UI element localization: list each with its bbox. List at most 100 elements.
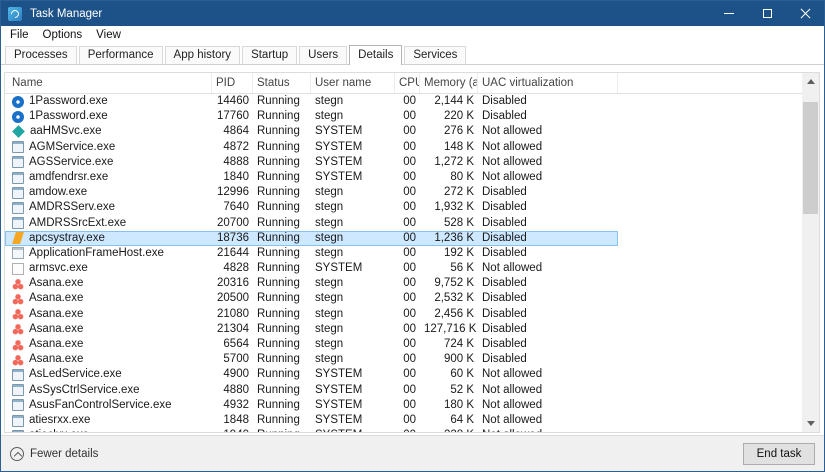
cell-cpu: 00	[395, 322, 420, 337]
service-icon	[12, 399, 24, 411]
cell-user: stegn	[311, 291, 395, 306]
column-header-user[interactable]: User name	[311, 73, 395, 93]
cell-user: SYSTEM	[311, 124, 395, 139]
table-header: NamePIDStatusUser nameCPUMemory (act...U…	[5, 73, 802, 94]
column-header-pid[interactable]: PID	[212, 73, 253, 93]
scroll-down-button[interactable]	[802, 415, 819, 432]
tab-startup[interactable]: Startup	[242, 46, 297, 64]
tab-performance[interactable]: Performance	[79, 46, 163, 64]
process-name: amdow.exe	[29, 185, 87, 200]
table-row[interactable]: AGSService.exe4888RunningSYSTEM001,272 K…	[5, 155, 618, 170]
onepassword-icon	[12, 111, 24, 123]
cell-pid: 21080	[212, 307, 253, 322]
tab-processes[interactable]: Processes	[5, 46, 77, 64]
cell-status: Running	[253, 291, 311, 306]
cell-pid: 1848	[212, 413, 253, 428]
vertical-scrollbar[interactable]	[802, 73, 819, 432]
fewer-details-button[interactable]: Fewer details	[10, 447, 98, 461]
cell-uac: Not allowed	[478, 140, 618, 155]
table-row[interactable]: Asana.exe21304Runningstegn00127,716 KDis…	[5, 322, 618, 337]
table-row[interactable]: atieclxx.exe1940RunningSYSTEM00228 KNot …	[5, 428, 618, 432]
cell-name: ApplicationFrameHost.exe	[5, 246, 212, 261]
table-row[interactable]: AMDRSServ.exe7640Runningstegn001,932 KDi…	[5, 200, 618, 215]
maximize-button[interactable]	[748, 1, 786, 26]
table-row[interactable]: Asana.exe5700Runningstegn00900 KDisabled	[5, 352, 618, 367]
process-name: Asana.exe	[29, 337, 83, 352]
cell-name: Asana.exe	[5, 337, 212, 352]
cell-status: Running	[253, 140, 311, 155]
table-row[interactable]: amdfendrsr.exe1840RunningSYSTEM0080 KNot…	[5, 170, 618, 185]
cell-user: SYSTEM	[311, 170, 395, 185]
scrollbar-thumb[interactable]	[803, 102, 818, 214]
process-table: NamePIDStatusUser nameCPUMemory (act...U…	[4, 72, 820, 433]
tab-details[interactable]: Details	[349, 45, 402, 65]
cell-cpu: 00	[395, 383, 420, 398]
service-icon	[12, 430, 24, 432]
details-panel: NamePIDStatusUser nameCPUMemory (act...U…	[1, 65, 824, 435]
cell-name: AsSysCtrlService.exe	[5, 383, 212, 398]
cell-uac: Disabled	[478, 231, 618, 246]
cell-cpu: 00	[395, 337, 420, 352]
table-row[interactable]: armsvc.exe4828RunningSYSTEM0056 KNot all…	[5, 261, 618, 276]
tab-bar: ProcessesPerformanceApp historyStartupUs…	[1, 43, 824, 65]
end-task-button[interactable]: End task	[743, 443, 815, 465]
tab-users[interactable]: Users	[299, 46, 347, 64]
table-row[interactable]: AsusFanControlService.exe4932RunningSYST…	[5, 398, 618, 413]
table-row[interactable]: Asana.exe20316Runningstegn009,752 KDisab…	[5, 276, 618, 291]
cell-uac: Disabled	[478, 216, 618, 231]
cell-name: amdow.exe	[5, 185, 212, 200]
process-name: atieclxx.exe	[29, 428, 89, 432]
cell-cpu: 00	[395, 170, 420, 185]
table-row[interactable]: apcsystray.exe18736Runningstegn001,236 K…	[5, 231, 618, 246]
process-name: Asana.exe	[29, 352, 83, 367]
cell-uac: Disabled	[478, 307, 618, 322]
table-row[interactable]: aaHMSvc.exe4864RunningSYSTEM00276 KNot a…	[5, 124, 618, 139]
menu-file[interactable]: File	[3, 28, 36, 42]
menu-view[interactable]: View	[89, 28, 128, 42]
cell-pid: 18736	[212, 231, 253, 246]
table-row[interactable]: Asana.exe20500Runningstegn002,532 KDisab…	[5, 291, 618, 306]
table-row[interactable]: Asana.exe6564Runningstegn00724 KDisabled	[5, 337, 618, 352]
close-button[interactable]	[786, 1, 824, 26]
tab-services[interactable]: Services	[404, 46, 466, 64]
scroll-up-button[interactable]	[802, 73, 819, 90]
cell-status: Running	[253, 307, 311, 322]
table-row[interactable]: atiesrxx.exe1848RunningSYSTEM0064 KNot a…	[5, 413, 618, 428]
cell-pid: 4932	[212, 398, 253, 413]
minimize-button[interactable]	[710, 1, 748, 26]
process-name: aaHMSvc.exe	[30, 124, 102, 139]
service-icon	[12, 217, 24, 229]
cell-status: Running	[253, 109, 311, 124]
apc-icon	[12, 232, 24, 244]
column-header-uac[interactable]: UAC virtualization	[478, 73, 618, 93]
table-row[interactable]: Asana.exe21080Runningstegn002,456 KDisab…	[5, 307, 618, 322]
asana-icon	[12, 354, 24, 366]
tab-app-history[interactable]: App history	[165, 46, 241, 64]
column-header-memory[interactable]: Memory (act...	[420, 73, 478, 93]
cell-memory: 1,236 K	[420, 231, 478, 246]
table-row[interactable]: ApplicationFrameHost.exe21644Runningsteg…	[5, 246, 618, 261]
column-header-cpu[interactable]: CPU	[395, 73, 420, 93]
cell-memory: 127,716 K	[420, 322, 478, 337]
menu-options[interactable]: Options	[36, 28, 90, 42]
table-row[interactable]: 1Password.exe17760Runningstegn00220 KDis…	[5, 109, 618, 124]
column-header-status[interactable]: Status	[253, 73, 311, 93]
table-row[interactable]: AMDRSSrcExt.exe20700Runningstegn00528 KD…	[5, 216, 618, 231]
table-row[interactable]: amdow.exe12996Runningstegn00272 KDisable…	[5, 185, 618, 200]
table-row[interactable]: 1Password.exe14460Runningstegn002,144 KD…	[5, 94, 618, 109]
cell-memory: 52 K	[420, 383, 478, 398]
cell-user: SYSTEM	[311, 413, 395, 428]
column-header-name[interactable]: Name	[5, 73, 212, 93]
table-row[interactable]: AsLedService.exe4900RunningSYSTEM0060 KN…	[5, 367, 618, 382]
cell-name: Asana.exe	[5, 276, 212, 291]
cell-cpu: 00	[395, 216, 420, 231]
cell-pid: 20500	[212, 291, 253, 306]
task-manager-window: Task Manager FileOptionsView ProcessesPe…	[0, 0, 825, 472]
table-row[interactable]: AsSysCtrlService.exe4880RunningSYSTEM005…	[5, 383, 618, 398]
cell-user: stegn	[311, 216, 395, 231]
cell-memory: 272 K	[420, 185, 478, 200]
cell-user: SYSTEM	[311, 383, 395, 398]
cell-cpu: 00	[395, 367, 420, 382]
table-row[interactable]: AGMService.exe4872RunningSYSTEM00148 KNo…	[5, 140, 618, 155]
cell-pid: 1940	[212, 428, 253, 432]
